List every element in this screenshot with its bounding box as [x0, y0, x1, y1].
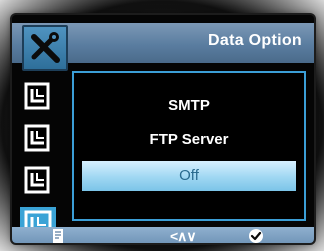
option-off-selected[interactable]: Off [82, 161, 296, 191]
menu-page-icon [24, 124, 50, 152]
options-panel: SMTP FTP Server Off [72, 71, 306, 221]
option-ftp-server[interactable]: FTP Server [74, 125, 304, 155]
option-smtp[interactable]: SMTP [74, 91, 304, 121]
sidebar-item-1[interactable] [22, 81, 52, 111]
sidebar-item-2[interactable] [22, 123, 52, 153]
checkmark-icon[interactable] [248, 228, 264, 243]
memo-icon[interactable] [50, 228, 66, 243]
sidebar-item-3[interactable] [22, 165, 52, 195]
device-screen: Data Option SMTP FTP Server Off <∧∨ [12, 15, 314, 243]
tools-icon-tile [22, 25, 68, 71]
page-title: Data Option [208, 32, 302, 49]
sidebar [20, 81, 62, 243]
menu-page-icon [24, 166, 50, 194]
footer-bar: <∧∨ [12, 227, 314, 243]
tools-icon [31, 32, 60, 63]
menu-page-icon [24, 82, 50, 110]
navigation-hint: <∧∨ [170, 228, 197, 243]
